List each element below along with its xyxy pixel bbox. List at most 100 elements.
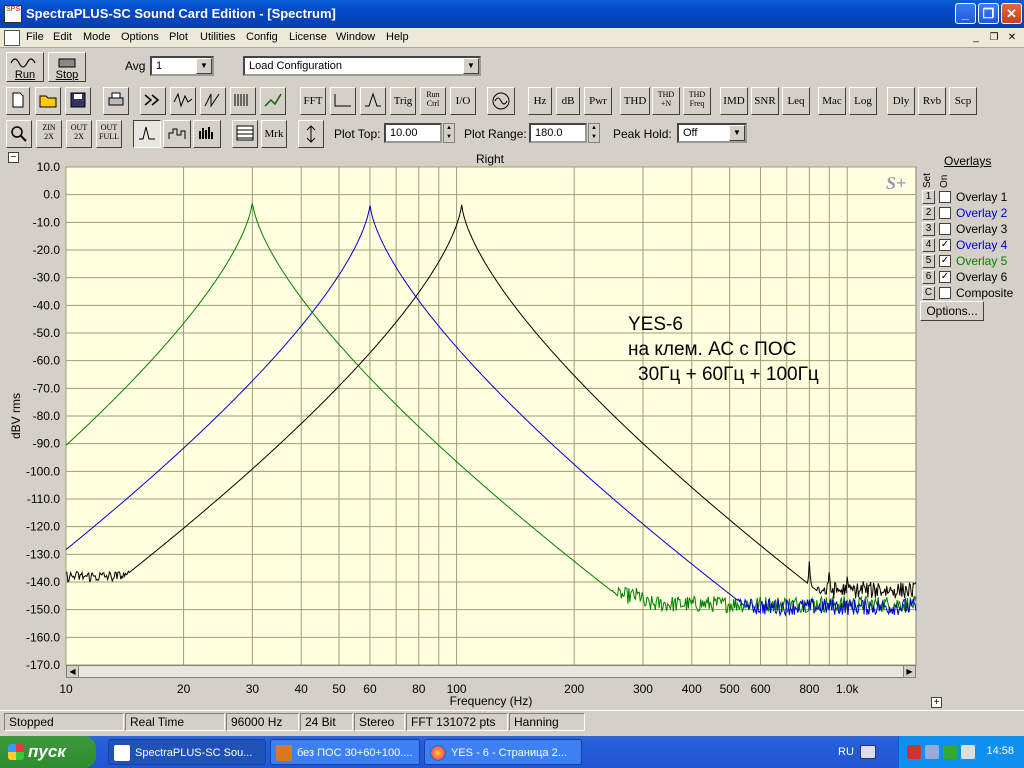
leq-button[interactable]: Leq: [782, 87, 810, 115]
plot-range-spinner[interactable]: ▲ ▼: [588, 123, 600, 143]
trigger-shape-icon[interactable]: [360, 87, 386, 115]
line-plot-icon[interactable]: [133, 120, 161, 148]
waveform-edit-icon[interactable]: [170, 87, 196, 115]
overlay-checkbox[interactable]: ✓: [939, 271, 951, 283]
app-icon[interactable]: SPS: [4, 5, 22, 23]
save-icon[interactable]: [65, 87, 91, 115]
step-plot-icon[interactable]: [163, 120, 191, 148]
overlay-set-button[interactable]: 4: [922, 238, 935, 252]
volume-icon[interactable]: [925, 745, 939, 759]
plot-top-input[interactable]: 10.00: [384, 123, 442, 143]
chevron-down-icon[interactable]: ▼: [729, 125, 745, 141]
zoom-out-2x-icon[interactable]: OUT 2X: [66, 120, 92, 148]
overlay-checkbox[interactable]: [939, 191, 951, 203]
dly-button[interactable]: Dly: [887, 87, 915, 115]
hz-button[interactable]: Hz: [528, 87, 552, 115]
start-button[interactable]: пуск: [0, 736, 96, 768]
oscillator-icon[interactable]: [487, 87, 515, 115]
peak-hold-select[interactable]: Off ▼: [677, 123, 747, 143]
zoom-in-2x-icon[interactable]: ZIN 2X: [36, 120, 62, 148]
plot-range-input[interactable]: 180.0: [529, 123, 587, 143]
menu-mode[interactable]: Mode: [83, 31, 111, 43]
network-icon[interactable]: [907, 745, 921, 759]
keyboard-icon[interactable]: [860, 745, 876, 759]
table-view-icon[interactable]: [232, 120, 258, 148]
mdi-restore-button[interactable]: ❐: [986, 31, 1002, 45]
rvb-button[interactable]: Rvb: [918, 87, 946, 115]
io-button[interactable]: I/O: [450, 87, 476, 115]
restore-button[interactable]: ❐: [978, 3, 999, 24]
stop-button[interactable]: Stop: [48, 52, 86, 82]
overlay-set-button[interactable]: 2: [922, 206, 935, 220]
new-file-icon[interactable]: [6, 87, 30, 115]
thd-freq-button[interactable]: THD Freq: [683, 87, 711, 115]
task-spectraplus[interactable]: SpectraPLUS-SC Sou...: [108, 739, 266, 765]
log-button[interactable]: Log: [849, 87, 877, 115]
menu-plot[interactable]: Plot: [169, 31, 188, 43]
collapse-panel-button[interactable]: −: [8, 152, 19, 163]
open-folder-icon[interactable]: [35, 87, 61, 115]
load-configuration-select[interactable]: Load Configuration ▼: [243, 56, 481, 76]
document-icon[interactable]: [4, 30, 20, 46]
print-icon[interactable]: [103, 87, 129, 115]
bar-plot-icon[interactable]: [193, 120, 221, 148]
plot-top-spinner[interactable]: ▲ ▼: [443, 123, 455, 143]
overlay-options-button[interactable]: Options...: [920, 301, 984, 321]
scroll-right-icon[interactable]: ▶: [903, 666, 915, 677]
thd-button[interactable]: THD: [620, 87, 650, 115]
minimize-button[interactable]: _: [955, 3, 976, 24]
generator-icon[interactable]: [260, 87, 286, 115]
antivirus-icon[interactable]: [943, 745, 957, 759]
mac-button[interactable]: Mac: [818, 87, 846, 115]
chevron-down-icon[interactable]: ▼: [196, 58, 212, 74]
scroll-left-icon[interactable]: ◀: [67, 666, 79, 677]
burst-icon[interactable]: [230, 87, 256, 115]
menu-help[interactable]: Help: [386, 31, 409, 43]
menu-edit[interactable]: Edit: [53, 31, 72, 43]
mdi-close-button[interactable]: ✕: [1004, 31, 1020, 45]
expand-panel-button[interactable]: +: [931, 697, 942, 708]
language-indicator[interactable]: RU: [838, 746, 854, 758]
db-button[interactable]: dB: [556, 87, 580, 115]
overlay-checkbox[interactable]: [939, 207, 951, 219]
overlay-checkbox[interactable]: [939, 223, 951, 235]
trig-button[interactable]: Trig: [390, 87, 416, 115]
time-series-icon[interactable]: [330, 87, 356, 115]
close-button[interactable]: ✕: [1001, 3, 1022, 24]
menu-license[interactable]: License: [289, 31, 327, 43]
run-button[interactable]: Run: [6, 52, 44, 82]
scp-button[interactable]: Scp: [949, 87, 977, 115]
menu-window[interactable]: Window: [336, 31, 375, 43]
task-firefox[interactable]: YES - 6 - Страница 2...: [424, 739, 582, 765]
overlay-checkbox[interactable]: ✓: [939, 255, 951, 267]
pwr-button[interactable]: Pwr: [584, 87, 612, 115]
mdi-minimize-button[interactable]: _: [968, 31, 984, 45]
fft-button[interactable]: FFT: [300, 87, 326, 115]
menu-options[interactable]: Options: [121, 31, 159, 43]
zoom-out-full-icon[interactable]: OUT FULL: [96, 120, 122, 148]
ramp-icon[interactable]: [200, 87, 226, 115]
snr-button[interactable]: SNR: [751, 87, 779, 115]
avg-select[interactable]: 1 ▼: [150, 56, 214, 76]
menu-config[interactable]: Config: [246, 31, 278, 43]
overlay-checkbox[interactable]: ✓: [939, 239, 951, 251]
overlay-set-button[interactable]: C: [922, 286, 935, 300]
overlay-set-button[interactable]: 1: [922, 190, 935, 204]
menu-utilities[interactable]: Utilities: [200, 31, 235, 43]
overlay-set-button[interactable]: 5: [922, 254, 935, 268]
usb-icon[interactable]: [961, 745, 975, 759]
vertical-scale-icon[interactable]: [298, 120, 324, 148]
chevron-down-icon[interactable]: ▼: [463, 58, 479, 74]
overlay-set-button[interactable]: 6: [922, 270, 935, 284]
imd-button[interactable]: IMD: [720, 87, 748, 115]
horizontal-scrollbar[interactable]: ◀ ▶: [66, 665, 916, 678]
mrk-button[interactable]: Mrk: [261, 120, 287, 148]
zoom-icon[interactable]: [6, 120, 32, 148]
overlay-checkbox[interactable]: [939, 287, 951, 299]
fast-forward-icon[interactable]: [140, 87, 166, 115]
overlay-set-button[interactable]: 3: [922, 222, 935, 236]
thd-n-button[interactable]: THD +N: [652, 87, 680, 115]
run-ctrl-button[interactable]: Run Ctrl: [420, 87, 446, 115]
task-document[interactable]: без ПОС 30+60+100....: [270, 739, 420, 765]
menu-file[interactable]: File: [26, 31, 44, 43]
